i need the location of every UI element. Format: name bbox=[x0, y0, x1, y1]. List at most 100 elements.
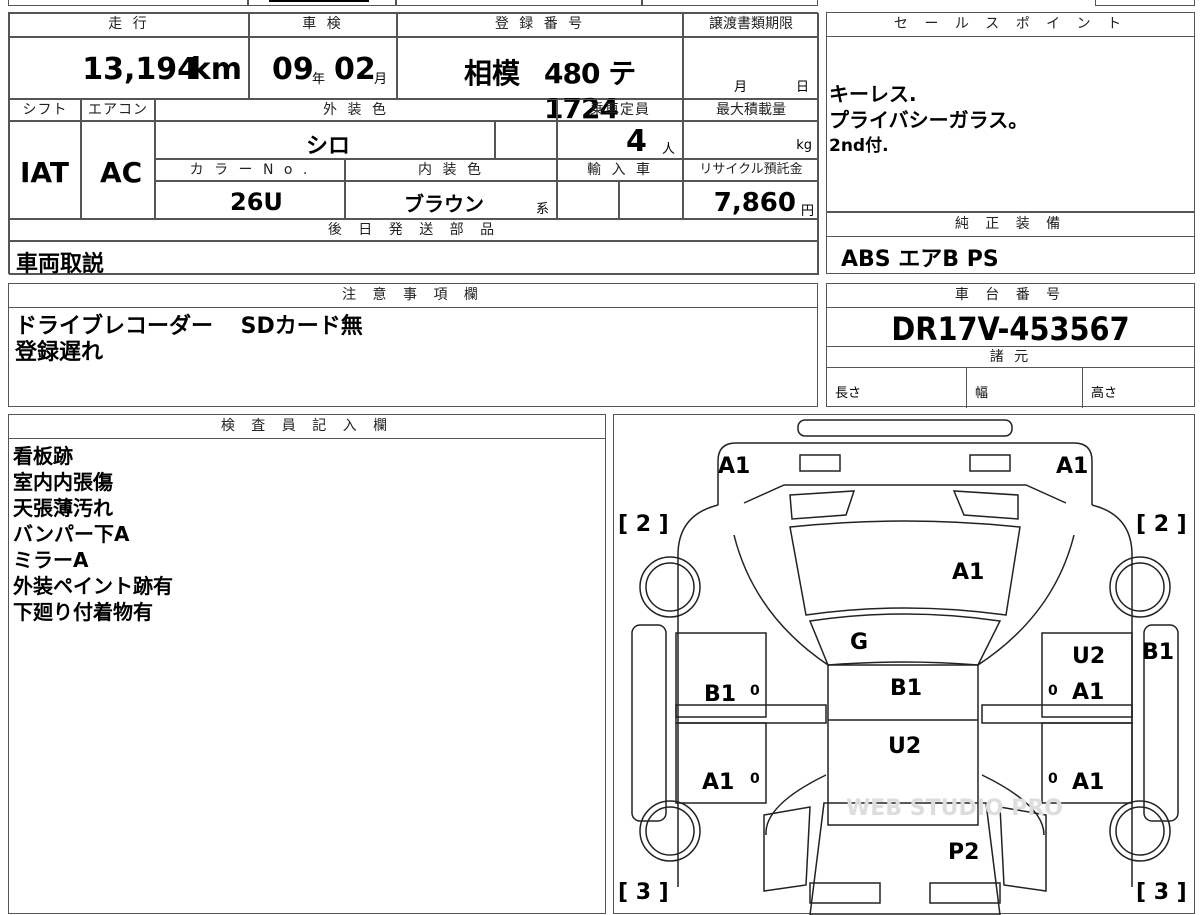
color-no-label: カ ラ ー N o . bbox=[155, 159, 345, 181]
mark-roof-u2: U2 bbox=[888, 734, 921, 759]
capacity-value: 4 bbox=[626, 124, 647, 159]
car-diagram: A1 A1 [ 2 ] [ 2 ] A1 G B1 U2 B1 0 A1 0 U… bbox=[618, 419, 1187, 915]
mark-bracket-3-left: [ 3 ] bbox=[618, 880, 669, 905]
maxload-unit: kg bbox=[796, 138, 812, 153]
inspection-cell: 09 年 02 月 bbox=[249, 37, 397, 99]
later-parts-label: 後 日 発 送 部 品 bbox=[9, 219, 819, 241]
import-cell-a bbox=[557, 181, 619, 219]
chassis-label: 車 台 番 号 bbox=[827, 284, 1194, 308]
mark-windshield-g: G bbox=[850, 630, 868, 655]
height-label: 高さ bbox=[1091, 386, 1118, 401]
shift-cell: IAT bbox=[9, 121, 81, 219]
mileage-unit: km bbox=[190, 52, 242, 87]
shift-value: IAT bbox=[20, 156, 70, 189]
height-cell: 高さ bbox=[1083, 368, 1196, 408]
inspector-line-7: 下廻り付着物有 bbox=[13, 600, 153, 624]
color-no-cell: 26U bbox=[155, 181, 345, 219]
mark-rear-p2: P2 bbox=[948, 840, 979, 865]
mileage-value: 13,194 bbox=[82, 52, 198, 87]
inspector-line-6: 外装ペイント跡有 bbox=[13, 574, 173, 598]
recycle-unit: 円 bbox=[800, 204, 814, 219]
inspector-label: 検 査 員 記 入 欄 bbox=[9, 415, 605, 439]
chassis-panel: 車 台 番 号 DR17V-453567 諸 元 長さ 幅 高さ bbox=[826, 283, 1196, 408]
recycle-label: リサイクル預託金 bbox=[683, 159, 819, 181]
exterior-label: 外 装 色 bbox=[155, 99, 557, 121]
car-diagram-panel: A1 A1 [ 2 ] [ 2 ] A1 G B1 U2 B1 0 A1 0 U… bbox=[613, 414, 1195, 915]
mark-left-front-door-b1: B1 bbox=[704, 682, 736, 707]
mark-left-front-zero: 0 bbox=[750, 683, 760, 699]
notes-line-1: ドライブレコーダー SDカード無 bbox=[15, 314, 363, 339]
mark-right-front-door-a1: A1 bbox=[1072, 680, 1104, 705]
ac-value: AC bbox=[100, 156, 143, 189]
width-cell: 幅 bbox=[967, 368, 1083, 408]
capacity-unit: 人 bbox=[662, 142, 676, 157]
recycle-cell: 7,860 円 bbox=[683, 181, 819, 219]
watermark: WEB STUDIO PRO bbox=[846, 796, 1063, 821]
mark-right-rear-door-a1: A1 bbox=[1072, 770, 1104, 795]
notes-line-2: 登録遅れ bbox=[15, 340, 104, 365]
notes-panel: 注 意 事 項 欄 ドライブレコーダー SDカード無 登録遅れ bbox=[8, 283, 818, 407]
sales-point-2: プライバシーガラス。 bbox=[829, 108, 1029, 132]
mark-hood-a1: A1 bbox=[952, 560, 984, 585]
genuine-equipment-panel: 純 正 装 備 ABS エアB PS bbox=[826, 212, 1195, 274]
mark-right-side-b1: B1 bbox=[1142, 640, 1174, 665]
chassis-value: DR17V-453567 bbox=[891, 310, 1130, 348]
genuine-equipment-label: 純 正 装 備 bbox=[827, 213, 1194, 237]
mark-front-left-a1: A1 bbox=[718, 454, 750, 479]
later-parts-cell: 車両取説 bbox=[9, 241, 819, 277]
plate-cell: 相模 480 テ 1724 bbox=[397, 37, 683, 125]
mark-bracket-3-right: [ 3 ] bbox=[1136, 880, 1187, 905]
vehicle-info-table: 走 行 車 検 登 録 番 号 譲渡書類期限 13,194 km 09 年 02… bbox=[8, 12, 819, 277]
exterior-cell: シロ bbox=[155, 121, 495, 159]
inspector-line-4: バンパー下A bbox=[13, 522, 130, 546]
inspector-panel: 検 査 員 記 入 欄 看板跡 室内内張傷 天張薄汚れ バンパー下A ミラーA … bbox=[8, 414, 606, 914]
import-label: 輸 入 車 bbox=[557, 159, 683, 181]
import-cell-b bbox=[619, 181, 683, 219]
inspection-month: 02 bbox=[334, 52, 376, 87]
plate-label: 登 録 番 号 bbox=[397, 13, 683, 37]
mileage-cell: 13,194 km bbox=[9, 37, 249, 99]
inspector-line-3: 天張薄汚れ bbox=[13, 496, 113, 520]
later-parts-value: 車両取説 bbox=[16, 252, 105, 277]
inspection-year-unit: 年 bbox=[312, 72, 326, 87]
mark-left-rear-door-a1: A1 bbox=[702, 770, 734, 795]
mark-roof-b1: B1 bbox=[890, 676, 922, 701]
mark-right-rear-zero: 0 bbox=[1048, 771, 1058, 787]
interior-label: 内 装 色 bbox=[345, 159, 557, 181]
transfer-month-unit: 月 bbox=[734, 80, 748, 95]
sales-point-3: 2nd付. bbox=[829, 136, 889, 156]
interior-value: ブラウン bbox=[404, 192, 484, 216]
maxload-label: 最大積載量 bbox=[683, 99, 819, 121]
capacity-cell: 4 人 bbox=[557, 121, 683, 159]
mark-bracket-2-left: [ 2 ] bbox=[618, 512, 669, 537]
ac-cell: AC bbox=[81, 121, 155, 219]
length-cell: 長さ bbox=[827, 368, 967, 408]
mark-right-front-zero: 0 bbox=[1048, 683, 1058, 699]
mark-bracket-2-right: [ 2 ] bbox=[1136, 512, 1187, 537]
capacity-label: 乗車定員 bbox=[557, 99, 683, 121]
inspection-year: 09 bbox=[272, 52, 314, 87]
inspection-month-unit: 月 bbox=[374, 72, 388, 87]
plate-region: 相模 bbox=[464, 57, 521, 90]
inspection-label: 車 検 bbox=[249, 13, 397, 37]
specs-label: 諸 元 bbox=[827, 346, 1194, 368]
mark-left-rear-zero: 0 bbox=[750, 771, 760, 787]
transfer-label: 譲渡書類期限 bbox=[683, 13, 819, 37]
color-no-value: 26U bbox=[230, 188, 283, 216]
interior-suffix: 系 bbox=[536, 202, 550, 217]
interior-cell: ブラウン 系 bbox=[345, 181, 557, 219]
sales-points-label: セ ー ル ス ポ イ ン ト bbox=[827, 13, 1194, 37]
mark-front-right-a1: A1 bbox=[1056, 454, 1088, 479]
inspector-line-5: ミラーA bbox=[13, 548, 89, 572]
exterior-extra-cell bbox=[495, 121, 557, 159]
inspector-line-1: 看板跡 bbox=[13, 444, 73, 468]
genuine-equipment-value: ABS エアB PS bbox=[841, 247, 999, 272]
top-strip bbox=[0, 0, 1200, 6]
notes-label: 注 意 事 項 欄 bbox=[9, 284, 817, 308]
transfer-cell: 月 日 bbox=[683, 37, 819, 99]
sales-points-panel: セ ー ル ス ポ イ ン ト キーレス. プライバシーガラス。 2nd付. bbox=[826, 12, 1195, 212]
mileage-label: 走 行 bbox=[9, 13, 249, 37]
sales-point-1: キーレス. bbox=[829, 82, 917, 106]
recycle-value: 7,860 bbox=[713, 188, 796, 218]
width-label: 幅 bbox=[975, 386, 989, 401]
